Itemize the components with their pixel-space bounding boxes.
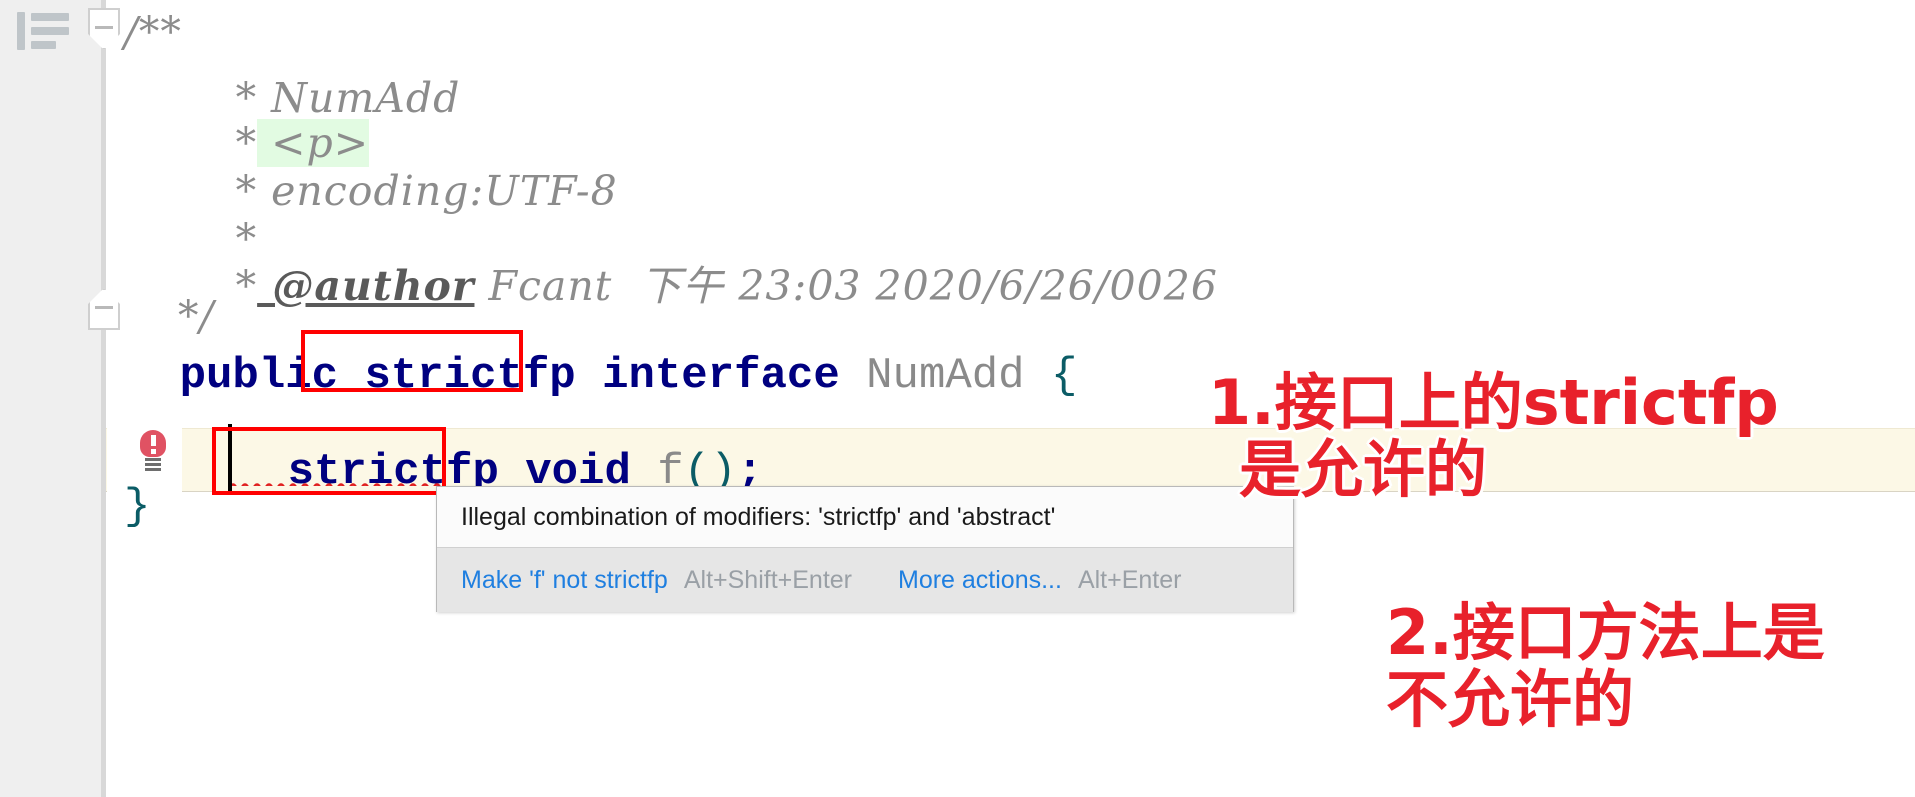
highlight-box-class-strictfp xyxy=(301,330,523,392)
javadoc-close: */ xyxy=(178,292,215,340)
annotation-note-2: 2.接口方法上是 不允许的 xyxy=(1386,596,1825,736)
action-more-actions[interactable]: More actions... xyxy=(898,566,1062,595)
action-shortcut: Alt+Shift+Enter xyxy=(683,565,852,594)
action-make-not-strictfp[interactable]: Make 'f' not strictfp xyxy=(461,566,668,595)
interface-declaration-line[interactable]: public strictfp interface NumAdd { xyxy=(122,338,1078,414)
open-brace: { xyxy=(1050,351,1078,401)
inspection-actions: Make 'f' not strictfp Alt+Shift+Enter Mo… xyxy=(437,547,1293,612)
code-editor: /** * NumAdd * <p> * encoding:UTF-8 * * … xyxy=(0,0,1915,797)
interface-name: NumAdd xyxy=(866,351,1025,401)
close-brace: } xyxy=(124,482,151,532)
inspection-message: Illegal combination of modifiers: 'stric… xyxy=(437,487,1293,547)
javadoc-author-value: Fcant 下午 23:03 2020/6/26/0026 xyxy=(474,262,1218,310)
javadoc-open: /** xyxy=(124,8,182,56)
javadoc-author-line: * @author Fcant 下午 23:03 2020/6/26/0026 xyxy=(178,250,1218,323)
javadoc-star: * xyxy=(235,262,258,310)
highlight-box-method-strictfp xyxy=(212,427,446,495)
javadoc-author-tag: @author xyxy=(257,262,475,310)
javadoc-text: encoding:UTF-8 xyxy=(257,167,618,215)
annotation-note-1: 1.接口上的strictfp 是允许的 xyxy=(1208,366,1779,506)
inspection-popup[interactable]: Illegal combination of modifiers: 'stric… xyxy=(436,486,1294,612)
action-shortcut: Alt+Enter xyxy=(1077,565,1182,594)
keyword-interface: interface xyxy=(602,351,840,401)
